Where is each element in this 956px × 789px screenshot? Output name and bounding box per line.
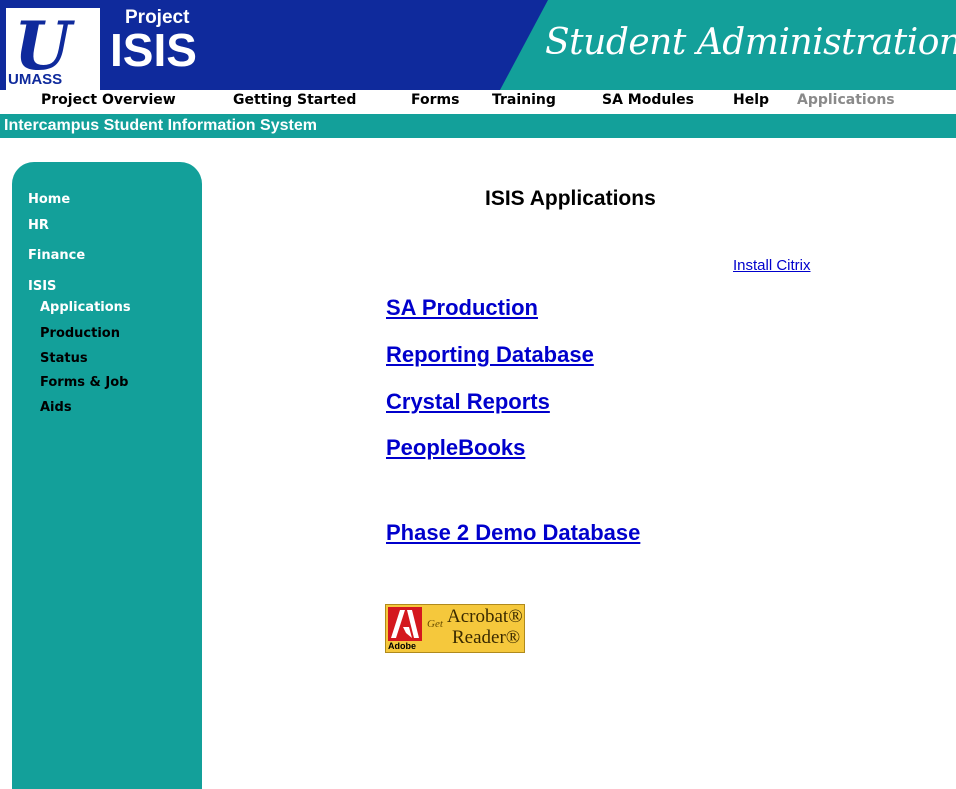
project-name: ISIS	[110, 24, 197, 76]
sa-production-link[interactable]: SA Production	[386, 295, 538, 321]
sidebar-subitem-aids[interactable]: Aids	[40, 400, 72, 415]
phase2-demo-database-link[interactable]: Phase 2 Demo Database	[386, 520, 640, 546]
reader-product-text: Reader®	[452, 627, 521, 648]
nav-applications[interactable]: Applications	[797, 92, 895, 108]
nav-getting-started[interactable]: Getting Started	[233, 92, 356, 108]
nav-training[interactable]: Training	[492, 92, 556, 108]
sidebar-subitem-production[interactable]: Production	[40, 326, 120, 341]
get-acrobat-reader-badge[interactable]: Adobe Get Acrobat® Reader®	[385, 604, 525, 653]
sidebar-item-finance[interactable]: Finance	[28, 248, 85, 263]
sidebar-subitem-status[interactable]: Status	[40, 351, 88, 366]
nav-help[interactable]: Help	[733, 92, 769, 108]
nav-project-overview[interactable]: Project Overview	[41, 92, 176, 108]
reporting-database-link[interactable]: Reporting Database	[386, 342, 594, 368]
page-title: ISIS Applications	[485, 187, 656, 210]
top-nav: Project Overview Getting Started Forms T…	[0, 90, 956, 114]
umass-logo-text: UMASS	[8, 71, 63, 88]
install-citrix-link[interactable]: Install Citrix	[733, 257, 811, 274]
nav-forms[interactable]: Forms	[411, 92, 459, 108]
sidebar-subitem-applications[interactable]: Applications	[40, 300, 131, 315]
adobe-brand-text: Adobe	[388, 641, 416, 651]
sidebar-item-hr[interactable]: HR	[28, 218, 49, 233]
sidebar-subitem-forms-job[interactable]: Forms & Job	[40, 375, 128, 390]
system-subtitle: Intercampus Student Information System	[4, 117, 317, 134]
header-banner: U UMASS Project ISIS Student Administrat…	[0, 0, 956, 90]
acrobat-product-text: Acrobat®	[447, 606, 523, 627]
sidebar: Home HR Finance ISIS Applications Produc…	[12, 162, 202, 789]
sidebar-item-home[interactable]: Home	[28, 192, 70, 207]
adobe-logo-icon	[388, 607, 422, 641]
peoplebooks-link[interactable]: PeopleBooks	[386, 435, 525, 461]
site-title: Student Administration	[545, 22, 956, 63]
crystal-reports-link[interactable]: Crystal Reports	[386, 389, 550, 415]
system-subtitle-bar: Intercampus Student Information System	[0, 114, 956, 138]
acrobat-get-text: Get	[427, 618, 443, 630]
nav-sa-modules[interactable]: SA Modules	[602, 92, 694, 108]
umass-logo[interactable]: U UMASS	[6, 8, 100, 90]
sidebar-item-isis[interactable]: ISIS	[28, 279, 56, 294]
